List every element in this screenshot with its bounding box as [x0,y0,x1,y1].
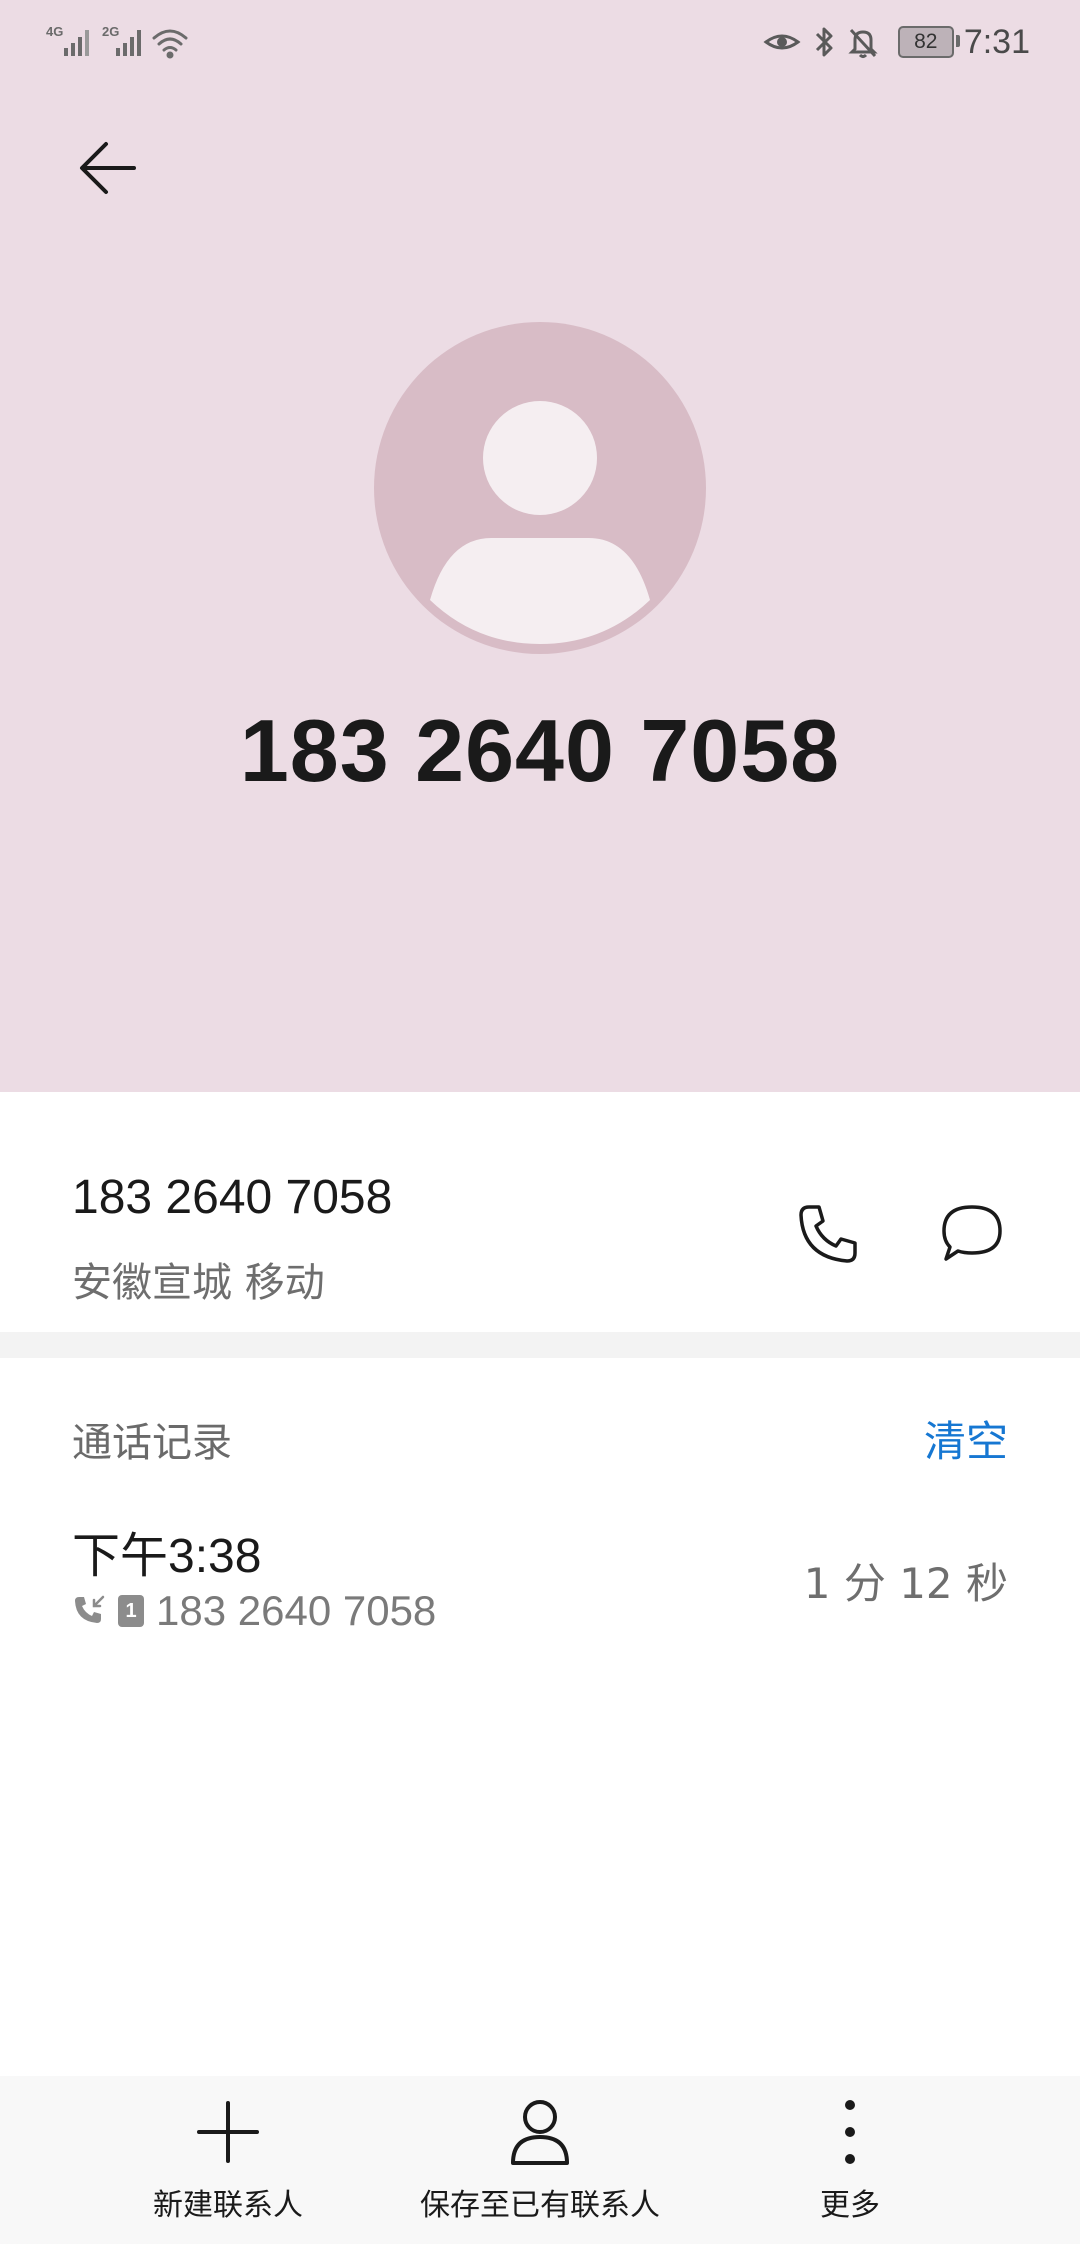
new-contact-button[interactable]: 新建联系人 [148,2096,308,2226]
battery-indicator: 82 [897,26,960,58]
new-contact-label: 新建联系人 [153,2188,303,2223]
clear-call-log-button[interactable]: 清空 [924,1408,1008,1469]
arrow-left-icon [80,142,136,194]
more-vertical-icon [814,2096,886,2168]
plus-icon [192,2096,264,2168]
sim-slot-icon: 1 [118,1595,144,1627]
status-bar: 4G 2G 82 7:31 [0,0,1080,84]
battery-level: 82 [914,30,938,53]
phone-icon [799,1205,857,1263]
back-button[interactable] [70,130,146,206]
contact-title-number: 183 2640 7058 [239,701,841,800]
message-button[interactable] [924,1186,1020,1282]
person-icon [504,2096,576,2168]
call-button[interactable] [780,1186,876,1282]
eye-comfort-icon [763,34,801,50]
svg-text:2G: 2G [102,24,119,39]
call-log-duration: 1 分 12 秒 [803,1559,1008,1608]
svg-text:4G: 4G [46,24,63,39]
call-log-time: 下午3:38 [72,1530,262,1583]
incoming-call-icon [75,1595,105,1623]
contact-avatar [374,322,706,654]
call-log-number: 183 2640 7058 [156,1587,437,1634]
status-time: 7:31 [963,22,1030,61]
bluetooth-icon [815,27,833,57]
number-location: 安徽宣城 移动 [72,1260,325,1306]
more-label: 更多 [820,2188,880,2223]
mute-bell-icon [848,28,878,58]
call-log-title: 通话记录 [72,1420,232,1466]
call-log-details: 1 183 2640 7058 [72,1586,436,1636]
status-icons: 82 7:31 [762,20,1030,64]
more-button[interactable]: 更多 [790,2096,910,2226]
save-to-existing-contact-button[interactable]: 保存至已有联系人 [410,2096,670,2226]
signal-indicators: 4G 2G [46,20,216,64]
section-divider [0,1332,1080,1358]
cellular-signal-icon: 4G 2G [46,24,188,59]
message-bubble-icon [942,1205,1002,1261]
wifi-icon [152,29,188,59]
default-person-avatar-icon [430,401,650,644]
save-to-existing-label: 保存至已有联系人 [420,2188,660,2223]
call-log-entry[interactable]: 下午3:38 1 183 2640 7058 1 分 12 秒 [0,1500,1080,1650]
phone-number[interactable]: 183 2640 7058 [72,1170,392,1225]
